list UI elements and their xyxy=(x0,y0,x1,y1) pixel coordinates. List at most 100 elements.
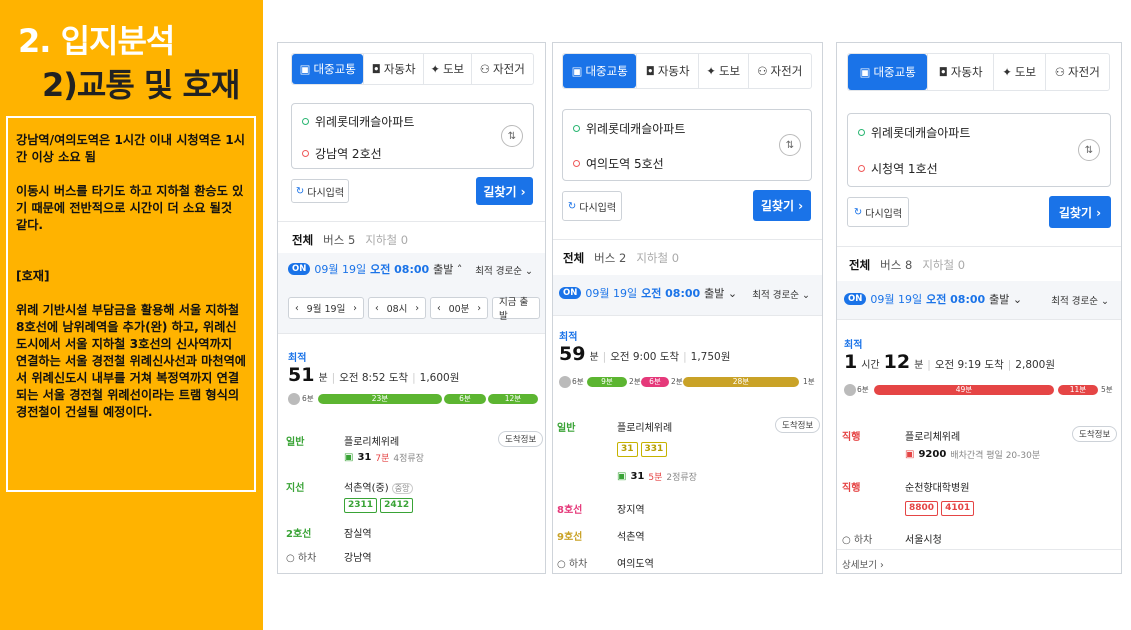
departure-time[interactable]: ON 09월 19일 오전 08:00 출발 ˄ xyxy=(288,261,462,277)
tab-transit[interactable]: ▣ 대중교통 xyxy=(563,54,637,88)
sort-dropdown[interactable]: 최적 경로순 ⌄ xyxy=(1051,293,1109,307)
sort-dropdown[interactable]: 최적 경로순 ⌄ xyxy=(475,263,533,277)
destination-field[interactable]: 시청역 1호선 xyxy=(858,160,938,177)
bus-line[interactable]: ▣ 31 7분 4정류장 xyxy=(344,451,424,464)
walk-icon xyxy=(844,384,856,396)
origin-field[interactable]: 위례롯데캐슬아파트 xyxy=(858,124,970,141)
refresh-icon: ↻ xyxy=(567,200,577,212)
divider xyxy=(553,315,822,316)
destination-dot-icon xyxy=(858,165,865,172)
tab-subway[interactable]: 지하철 0 xyxy=(365,232,408,248)
bus-line[interactable]: ▣ 9200 배차간격 평일 20-30분 xyxy=(905,448,1040,461)
stop-name: 강남역 xyxy=(344,553,372,564)
tab-transit[interactable]: ▣ 대중교통 xyxy=(292,54,364,84)
tab-walk[interactable]: ✦ 도보 xyxy=(697,54,748,88)
tab-car[interactable]: ◘ 자동차 xyxy=(363,54,423,84)
search-route-button[interactable]: 길찾기 › xyxy=(1049,196,1111,228)
tab-all[interactable]: 전체 xyxy=(563,250,584,266)
para-transfer: 이동시 버스를 타기도 하고 지하철 환승도 있기 때문에 전반적으로 시간이 … xyxy=(16,184,244,232)
tab-all[interactable]: 전체 xyxy=(849,257,870,273)
alight-label: ○ 하차 xyxy=(557,559,588,570)
search-route-button[interactable]: 길찾기 › xyxy=(753,190,811,221)
destination-dot-icon xyxy=(302,150,309,157)
route-summary[interactable]: 51 분 | 오전 8:52 도착 | 1,600원 xyxy=(288,364,459,386)
bus-tags: 8800 4101 xyxy=(905,500,977,516)
stop-name: 여의도역 xyxy=(617,559,654,570)
alight-label: ○ 하차 xyxy=(842,535,873,546)
swap-icon[interactable]: ⇅ xyxy=(1078,139,1100,161)
arrival-info-button[interactable]: 도착정보 xyxy=(498,431,544,447)
mode-tabs: ▣ 대중교통 ◘ 자동차 ✦ 도보 ⚇ 자전거 xyxy=(562,53,812,89)
time-pickers: ‹ 9월 19일 › ‹ 08시 › ‹ 00분 › 지금 출발 xyxy=(288,297,540,322)
slide-textbox: 강남역/여의도역은 1시간 이내 시청역은 1시간 이상 소요 됨 이동시 버스… xyxy=(6,116,256,492)
bus-icon: ▣ xyxy=(299,62,311,76)
bike-icon: ⚇ xyxy=(757,64,768,78)
route-segment: 6분 xyxy=(641,377,669,387)
tab-bus[interactable]: 버스 2 xyxy=(594,250,626,266)
arrival-info-button[interactable]: 도착정보 xyxy=(1072,426,1118,442)
tab-bike[interactable]: ⚇ 자전거 xyxy=(1044,54,1110,90)
bus-line[interactable]: ▣ 31 5분 2정류장 xyxy=(617,470,697,483)
location-box: 위례롯데캐슬아파트 강남역 2호선 ⇅ xyxy=(291,103,534,169)
stop-name: 플로리체위례 xyxy=(344,437,400,448)
reset-button[interactable]: ↻ 다시입력 xyxy=(291,179,349,203)
tab-bike[interactable]: ⚇ 자전거 xyxy=(470,54,533,84)
destination-field[interactable]: 강남역 2호선 xyxy=(302,145,382,162)
search-route-button[interactable]: 길찾기 › xyxy=(476,177,533,205)
minute-picker[interactable]: ‹ 00분 › xyxy=(430,297,488,319)
destination-field[interactable]: 여의도역 5호선 xyxy=(573,155,664,172)
swap-icon[interactable]: ⇅ xyxy=(779,134,801,156)
tab-walk[interactable]: ✦ 도보 xyxy=(992,54,1045,90)
tab-subway[interactable]: 지하철 0 xyxy=(636,250,679,266)
arrival-info-button[interactable]: 도착정보 xyxy=(775,417,821,433)
depart-now-button[interactable]: 지금 출발 xyxy=(492,297,540,322)
bike-icon: ⚇ xyxy=(479,62,491,76)
divider xyxy=(837,549,1121,550)
route-segment: 49분 xyxy=(874,385,1054,395)
day-picker[interactable]: ‹ 9월 19일 › xyxy=(288,297,364,319)
departure-section: ON 09월 19일 오전 08:00 출발 ⌄ 최적 경로순 ⌄ xyxy=(553,275,822,315)
tab-bike[interactable]: ⚇ 자전거 xyxy=(747,54,811,88)
tab-car[interactable]: ◘ 자동차 xyxy=(636,54,698,88)
route-summary[interactable]: 59 분 | 오전 9:00 도착 | 1,750원 xyxy=(559,343,730,365)
stop-name: 석촌역(중) 중앙 xyxy=(344,479,413,494)
divider xyxy=(278,221,545,222)
alight-label: ○ 하차 xyxy=(286,553,317,564)
departure-time[interactable]: ON 09월 19일 오전 08:00 출발 ⌄ xyxy=(559,285,737,301)
tab-bus[interactable]: 버스 8 xyxy=(880,257,912,273)
step-bus-1: 일반 xyxy=(557,423,576,434)
step-subway: 2호선 xyxy=(286,529,312,540)
route-bar: 6분 49분 11분 5분 xyxy=(844,384,1114,397)
location-box: 위례롯데캐슬아파트 여의도역 5호선 ⇅ xyxy=(562,109,812,181)
walk-icon xyxy=(559,376,571,388)
tab-car[interactable]: ◘ 자동차 xyxy=(927,54,993,90)
stop-name: 석촌역 xyxy=(617,532,645,543)
departure-time[interactable]: ON 09월 19일 오전 08:00 출발 ⌄ xyxy=(844,291,1022,307)
car-icon: ◘ xyxy=(645,64,655,78)
bus-icon: ▣ xyxy=(859,65,871,79)
step-subway-8: 8호선 xyxy=(557,505,583,516)
tab-subway[interactable]: 지하철 0 xyxy=(922,257,965,273)
route-panel-yeouido: ▣ 대중교통 ◘ 자동차 ✦ 도보 ⚇ 자전거 위례롯데캐슬아파트 여의도역 5호선 ⇅… xyxy=(552,42,823,574)
tab-transit[interactable]: ▣ 대중교통 xyxy=(848,54,928,90)
route-segment: 9분 xyxy=(587,377,627,387)
origin-field[interactable]: 위례롯데캐슬아파트 xyxy=(302,113,414,130)
more-details-link[interactable]: 상세보기 › xyxy=(842,557,884,571)
route-summary[interactable]: 1 시간 12 분 | 오전 9:19 도착 | 2,800원 xyxy=(844,351,1055,373)
reset-button[interactable]: ↻ 다시입력 xyxy=(847,197,909,227)
divider xyxy=(837,319,1121,320)
tab-all[interactable]: 전체 xyxy=(292,232,313,248)
origin-dot-icon xyxy=(302,118,309,125)
reset-button[interactable]: ↻ 다시입력 xyxy=(562,191,622,221)
sort-dropdown[interactable]: 최적 경로순 ⌄ xyxy=(752,287,810,301)
refresh-icon: ↻ xyxy=(853,206,863,218)
stop-name: 플로리체위례 xyxy=(617,423,673,434)
tab-walk[interactable]: ✦ 도보 xyxy=(422,54,471,84)
bike-icon: ⚇ xyxy=(1054,65,1066,79)
tab-bus[interactable]: 버스 5 xyxy=(323,232,355,248)
swap-icon[interactable]: ⇅ xyxy=(501,125,523,147)
walk-icon xyxy=(288,393,300,405)
hour-picker[interactable]: ‹ 08시 › xyxy=(368,297,426,319)
origin-field[interactable]: 위례롯데캐슬아파트 xyxy=(573,120,685,137)
divider xyxy=(278,333,545,334)
